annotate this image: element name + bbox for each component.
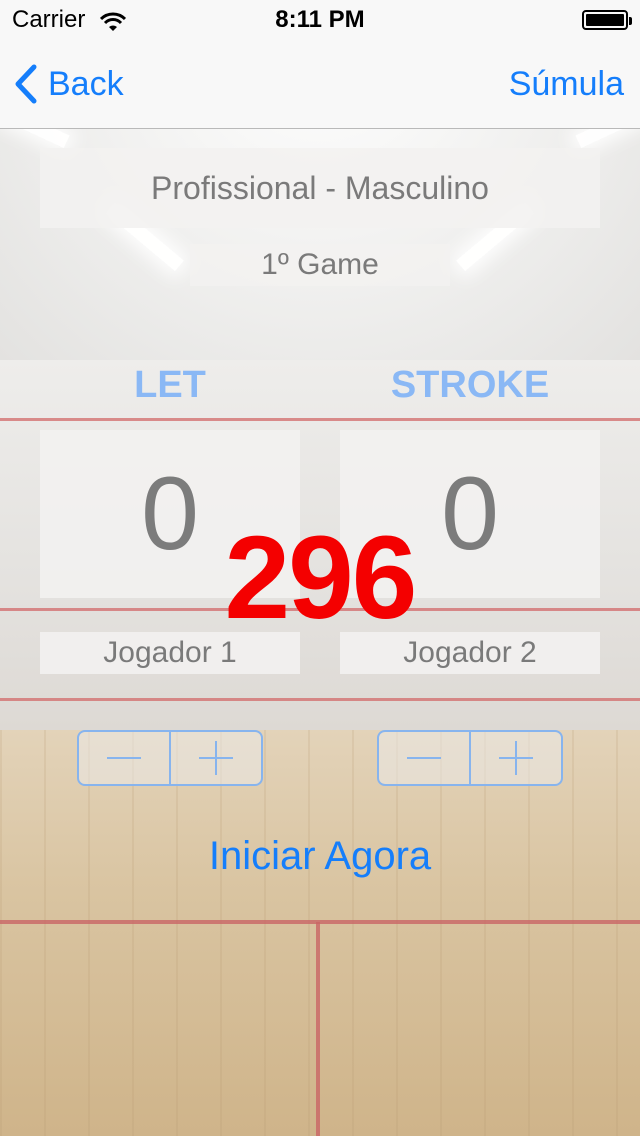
match-category: Profissional - Masculino: [40, 148, 600, 228]
battery-icon: [582, 10, 632, 30]
player2-score-stepper: [377, 730, 563, 786]
chevron-left-icon: [15, 64, 37, 104]
wall-line: [0, 418, 640, 421]
wall-line: [0, 698, 640, 701]
player2-increment-button[interactable]: [471, 732, 561, 784]
countdown-timer: 296: [224, 512, 418, 644]
player2-name: Jogador 2: [340, 632, 600, 674]
player1-name: Jogador 1: [40, 632, 300, 674]
status-time: 8:11 PM: [275, 6, 365, 33]
stroke-label: STROKE: [390, 364, 550, 406]
plus-icon: [199, 741, 233, 775]
plus-icon: [499, 741, 533, 775]
game-number: 1º Game: [190, 244, 450, 286]
let-label: LET: [134, 364, 206, 406]
player1-score-stepper: [77, 730, 263, 786]
floor-line: [0, 920, 640, 924]
navigation-bar: Back Súmula: [0, 40, 640, 129]
floor-line: [316, 922, 320, 1136]
minus-icon: [107, 757, 141, 759]
sumula-button[interactable]: Súmula: [509, 62, 624, 106]
minus-icon: [407, 757, 441, 759]
status-bar: Carrier 8:11 PM: [0, 0, 640, 40]
player2-decrement-button[interactable]: [379, 732, 471, 784]
player1-increment-button[interactable]: [171, 732, 261, 784]
start-now-button[interactable]: Iniciar Agora: [0, 834, 640, 879]
back-button[interactable]: Back: [14, 62, 124, 106]
court-floor: [0, 730, 640, 1136]
player1-decrement-button[interactable]: [79, 732, 171, 784]
back-label: Back: [48, 64, 124, 103]
